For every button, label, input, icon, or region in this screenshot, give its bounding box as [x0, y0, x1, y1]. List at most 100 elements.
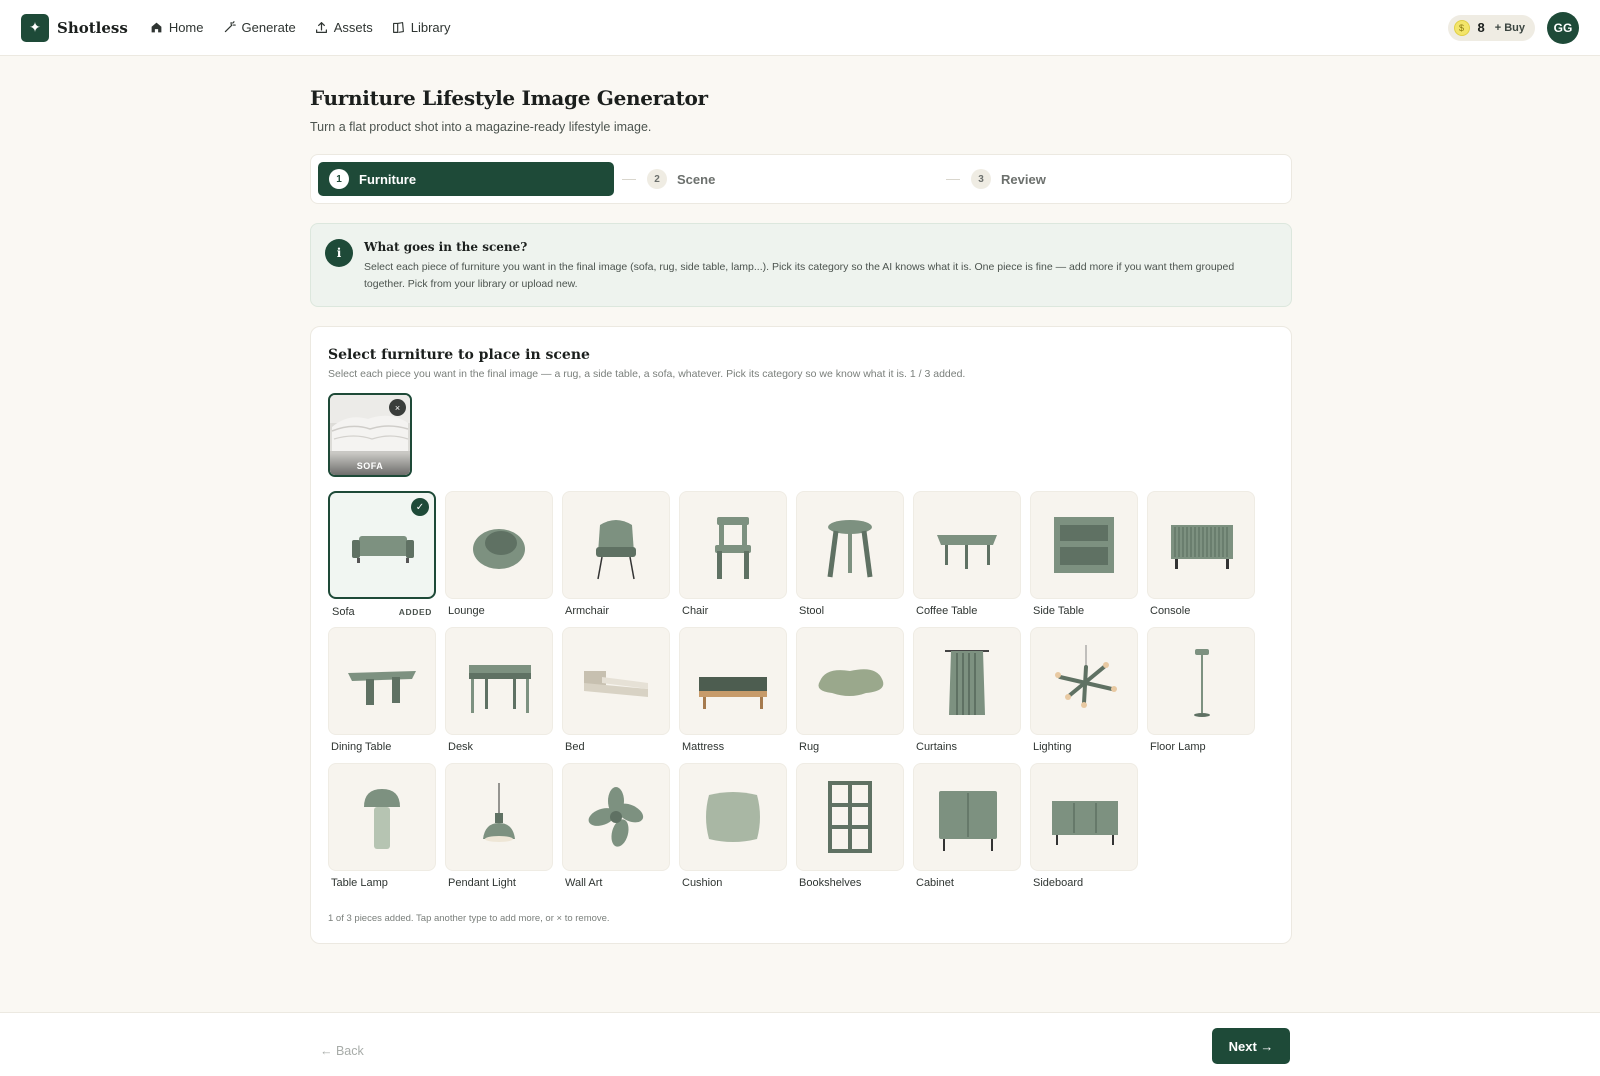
info-card: i What goes in the scene? Select each pi…	[310, 223, 1292, 307]
category-tile-floor-lamp[interactable]: Floor Lamp	[1147, 627, 1255, 753]
category-tile-sideboard[interactable]: Sideboard	[1030, 763, 1138, 889]
top-nav: ✦ Shotless Home Generate Assets Library …	[0, 0, 1600, 56]
info-text: Select each piece of furniture you want …	[364, 261, 1235, 290]
back-button[interactable]: ← Back	[320, 1044, 364, 1058]
category-label: Wall Art	[565, 877, 603, 889]
remove-item-button[interactable]: ×	[389, 399, 406, 416]
step-divider	[946, 179, 960, 180]
category-tile-armchair[interactable]: Armchair	[562, 491, 670, 617]
wall-art-icon	[588, 787, 644, 847]
side-table-icon	[1054, 517, 1114, 573]
nav-assets[interactable]: Assets	[315, 20, 373, 35]
bed-icon	[584, 671, 648, 697]
cushion-icon	[706, 792, 760, 842]
nav-generate[interactable]: Generate	[223, 20, 296, 35]
next-button[interactable]: Next →	[1212, 1028, 1290, 1064]
credits-buy-button[interactable]: $ 8 + Buy	[1447, 14, 1535, 41]
category-label: Cabinet	[916, 877, 954, 889]
page-subtitle: Turn a flat product shot into a magazine…	[310, 120, 652, 134]
category-label: Pendant Light	[448, 877, 516, 889]
category-label: Curtains	[916, 741, 957, 753]
category-tile-bed[interactable]: Bed	[562, 627, 670, 753]
curtains-icon	[945, 650, 989, 715]
picker-subtitle: Select each piece you want in the final …	[328, 368, 966, 380]
nav-generate-label: Generate	[241, 20, 296, 35]
buy-label: + Buy	[1494, 21, 1525, 34]
nav-library[interactable]: Library	[392, 20, 450, 35]
chair-icon	[715, 517, 751, 579]
sparkle-icon: ✦	[21, 13, 49, 42]
category-tile-side-table[interactable]: Side Table	[1030, 491, 1138, 617]
step-scene[interactable]: 2 Scene	[647, 162, 715, 196]
furniture-picker-card: Select furniture to place in scene Selec…	[310, 326, 1292, 944]
category-label: Rug	[799, 741, 820, 753]
category-tile-coffee-table[interactable]: Coffee Table	[913, 491, 1021, 617]
step-number: 1	[329, 169, 349, 189]
category-label: Console	[1150, 605, 1191, 617]
category-label: Table Lamp	[331, 877, 388, 889]
floor-lamp-icon	[1194, 649, 1210, 717]
pendant-light-icon	[483, 783, 515, 842]
category-tile-dining-table[interactable]: Dining Table	[328, 627, 436, 753]
step-label: Furniture	[359, 171, 417, 187]
picker-footer: 1 of 3 pieces added. Tap another type to…	[328, 913, 610, 924]
category-tile-mattress[interactable]: Mattress	[679, 627, 787, 753]
category-tile-cabinet[interactable]: Cabinet	[913, 763, 1021, 889]
category-label: Chair	[682, 605, 709, 617]
step-furniture[interactable]: 1 Furniture	[318, 162, 614, 196]
info-title: What goes in the scene?	[364, 240, 528, 254]
bookshelves-icon	[828, 781, 872, 853]
category-tile-bookshelves[interactable]: Bookshelves	[796, 763, 904, 889]
category-label: Lounge	[448, 605, 485, 617]
step-review[interactable]: 3 Review	[971, 162, 1046, 196]
brand[interactable]: ✦ Shotless	[21, 13, 128, 42]
dining-table-icon	[348, 671, 416, 705]
chandelier-icon	[1055, 645, 1117, 708]
category-tile-wall-art[interactable]: Wall Art	[562, 763, 670, 889]
nav-home[interactable]: Home	[150, 20, 204, 35]
category-tile-stool[interactable]: Stool	[796, 491, 904, 617]
category-tile-chair[interactable]: Chair	[679, 491, 787, 617]
avatar[interactable]: GG	[1547, 11, 1579, 44]
category-tile-lounge[interactable]: Lounge	[445, 491, 553, 617]
desk-icon	[469, 665, 531, 713]
bottom-bar: ← Back Next →	[0, 1012, 1600, 1076]
category-label: Bookshelves	[799, 877, 862, 889]
stool-icon	[827, 520, 873, 578]
sideboard-icon	[1052, 801, 1118, 845]
category-label: Dining Table	[331, 741, 392, 753]
lounge-chair-icon	[473, 529, 525, 569]
category-label: Cushion	[682, 877, 723, 889]
thumbnail-label: SOFA	[356, 461, 384, 471]
category-tile-console[interactable]: Console	[1147, 491, 1255, 617]
step-divider	[622, 179, 636, 180]
selected-item-thumbnail[interactable]: × SOFA	[328, 393, 412, 477]
step-label: Scene	[677, 171, 716, 187]
mattress-icon	[699, 677, 767, 709]
rug-icon	[818, 669, 884, 696]
category-tile-cushion[interactable]: Cushion	[679, 763, 787, 889]
page-title: Furniture Lifestyle Image Generator	[310, 86, 708, 110]
category-tile-sofa[interactable]: ✓ Sofa ADDED	[328, 491, 436, 618]
console-icon	[1171, 525, 1233, 569]
book-icon	[392, 22, 404, 33]
picker-title: Select furniture to place in scene	[328, 347, 590, 363]
added-badge: ADDED	[398, 607, 432, 617]
category-tile-pendant-light[interactable]: Pendant Light	[445, 763, 553, 889]
home-icon	[151, 22, 162, 33]
category-tile-desk[interactable]: Desk	[445, 627, 553, 753]
info-icon: i	[325, 239, 353, 267]
category-label: Desk	[448, 741, 474, 753]
sofa-icon	[352, 536, 414, 563]
category-tile-table-lamp[interactable]: Table Lamp	[328, 763, 436, 889]
coffee-table-icon	[937, 535, 997, 569]
category-label: Floor Lamp	[1150, 741, 1206, 753]
step-number: 3	[971, 169, 991, 189]
category-tile-curtains[interactable]: Curtains	[913, 627, 1021, 753]
category-tile-lighting[interactable]: Lighting	[1030, 627, 1138, 753]
credit-count: 8	[1477, 20, 1485, 35]
category-label: Lighting	[1033, 741, 1072, 753]
check-icon: ✓	[411, 498, 429, 516]
category-label: Side Table	[1033, 605, 1085, 617]
category-tile-rug[interactable]: Rug	[796, 627, 904, 753]
